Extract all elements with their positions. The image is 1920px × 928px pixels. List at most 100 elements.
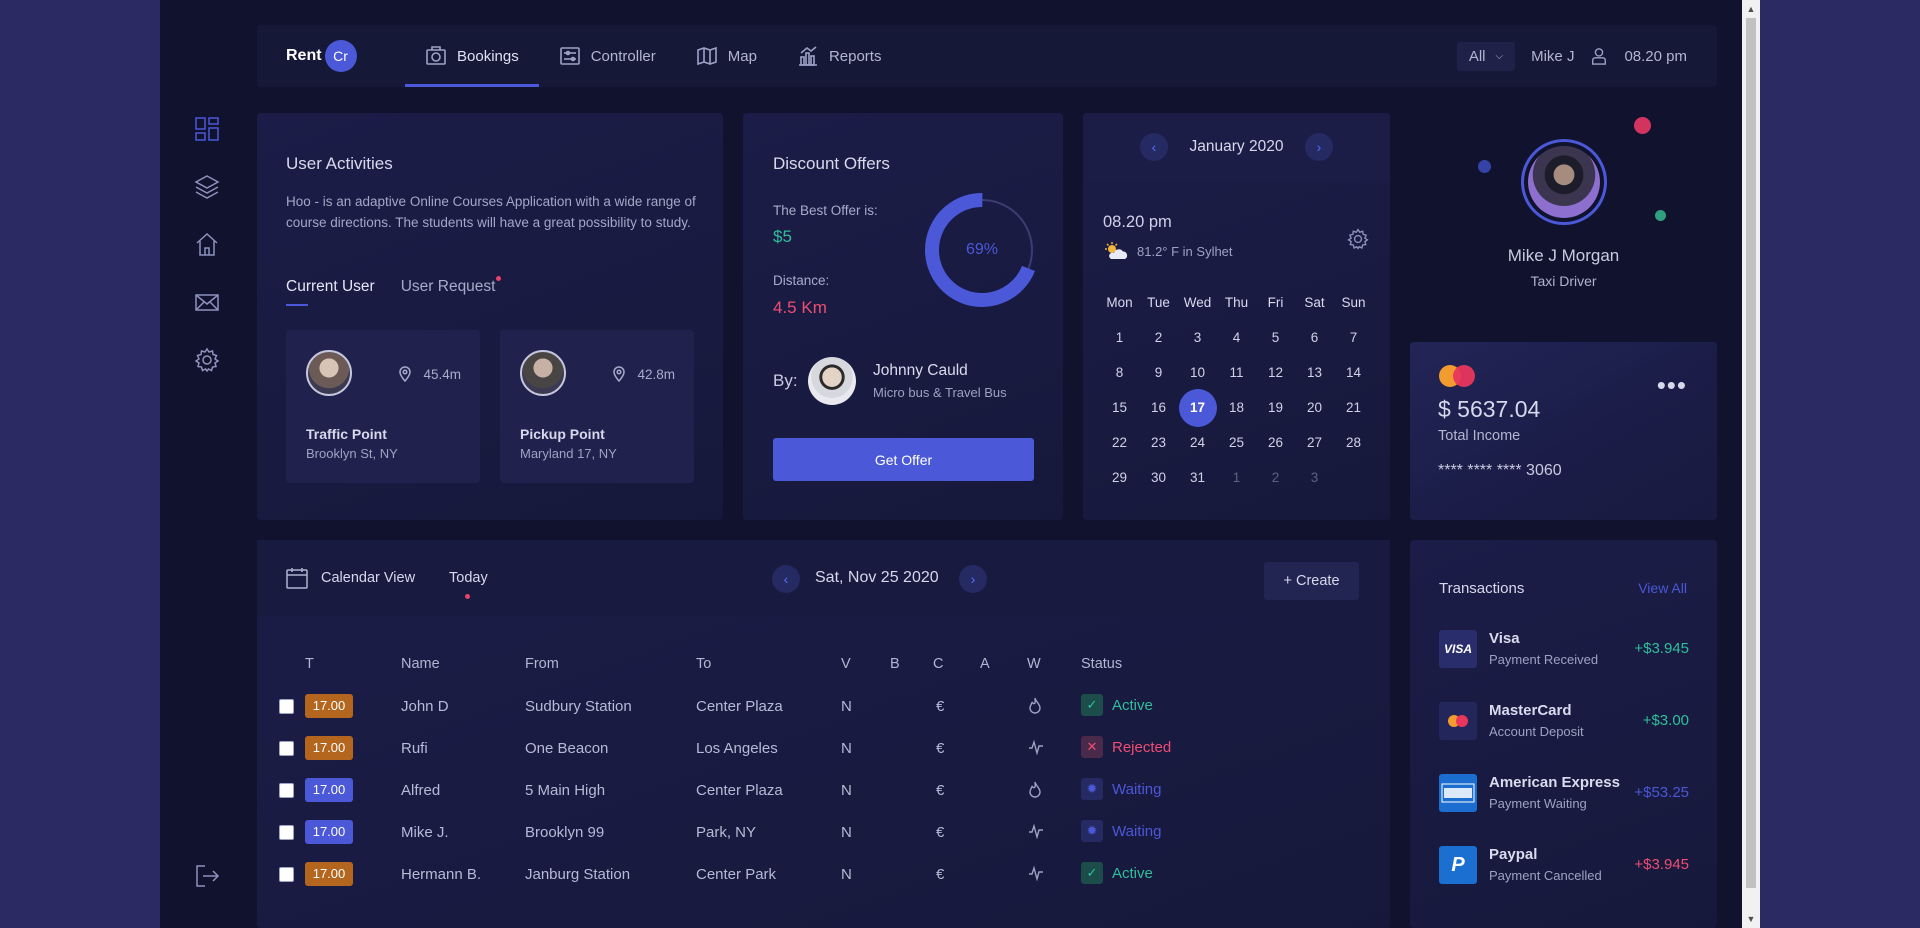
calendar-day[interactable]: 26: [1256, 435, 1295, 450]
selected-day[interactable]: 17: [1178, 388, 1217, 427]
calendar-day[interactable]: 14: [1334, 365, 1373, 380]
transaction-item[interactable]: P Paypal Payment Cancelled +$3.945: [1439, 846, 1689, 888]
row-checkbox[interactable]: [279, 741, 294, 756]
transaction-amount: +$53.25: [1634, 784, 1689, 801]
tab-bookings[interactable]: Bookings: [405, 25, 539, 87]
create-button[interactable]: + Create: [1264, 562, 1359, 600]
dashboard-icon[interactable]: [193, 115, 221, 143]
scrollbar-thumb[interactable]: [1746, 18, 1756, 888]
tab-current-user[interactable]: Current User: [286, 278, 375, 306]
calendar-view-toggle[interactable]: Calendar View: [285, 566, 415, 590]
calendar-day[interactable]: 22: [1100, 435, 1139, 450]
column-header[interactable]: T: [305, 656, 314, 672]
calendar-day[interactable]: 6: [1295, 330, 1334, 345]
more-options-button[interactable]: •••: [1657, 370, 1687, 401]
table-row[interactable]: 17.00 John D Sudbury Station Center Plaza N €…: [257, 694, 1390, 720]
weekday-label: Thu: [1224, 294, 1249, 310]
calendar-day[interactable]: 7: [1334, 330, 1373, 345]
calendar-day[interactable]: 5: [1256, 330, 1295, 345]
view-all-link[interactable]: View All: [1638, 580, 1687, 596]
calendar-day[interactable]: 2: [1139, 330, 1178, 345]
location-card[interactable]: 45.4m Traffic Point Brooklyn St, NY: [286, 330, 480, 483]
next-month-button[interactable]: ›: [1305, 133, 1333, 161]
table-row[interactable]: 17.00 Mike J. Brooklyn 99 Park, NY N € ✹ Waitin…: [257, 820, 1390, 846]
calendar-day[interactable]: 25: [1217, 435, 1256, 450]
calendar-day[interactable]: 16: [1139, 400, 1178, 415]
table-row[interactable]: 17.00 Alfred 5 Main High Center Plaza N € ✹ Wai…: [257, 778, 1390, 804]
table-row[interactable]: 17.00 Hermann B. Janburg Station Center Par…: [257, 862, 1390, 888]
weekday-label: Tue: [1147, 294, 1170, 310]
user-icon[interactable]: [1590, 47, 1608, 65]
calendar-day[interactable]: 19: [1256, 400, 1295, 415]
calendar-day[interactable]: 3: [1178, 330, 1217, 345]
tab-user-request[interactable]: User Request: [401, 276, 502, 306]
row-checkbox[interactable]: [279, 825, 294, 840]
column-header[interactable]: To: [696, 656, 711, 672]
column-header[interactable]: Name: [401, 656, 440, 672]
calendar-day[interactable]: 4: [1217, 330, 1256, 345]
calendar-day[interactable]: 12: [1256, 365, 1295, 380]
calendar-day[interactable]: 20: [1295, 400, 1334, 415]
tab-controller[interactable]: Controller: [539, 25, 676, 87]
calendar-day[interactable]: 18: [1217, 400, 1256, 415]
settings-icon[interactable]: [1346, 227, 1370, 251]
calendar-day[interactable]: 23: [1139, 435, 1178, 450]
mail-icon[interactable]: [193, 288, 221, 316]
transaction-item[interactable]: VISA Visa Payment Received +$3.945: [1439, 630, 1689, 672]
tab-reports[interactable]: Reports: [777, 25, 902, 87]
logout-icon[interactable]: [193, 862, 221, 890]
tab-map[interactable]: Map: [676, 25, 777, 87]
camera-icon: [426, 46, 446, 65]
row-checkbox[interactable]: [279, 699, 294, 714]
location-card[interactable]: 42.8m Pickup Point Maryland 17, NY: [500, 330, 694, 483]
calendar-day[interactable]: 29: [1100, 470, 1139, 485]
calendar-day[interactable]: 10: [1178, 365, 1217, 380]
mastercard-icon: [1439, 702, 1477, 740]
home-icon[interactable]: [193, 230, 221, 258]
scroll-down-icon[interactable]: ▼: [1742, 910, 1760, 928]
brand-logo[interactable]: Rent Cr: [286, 40, 357, 72]
pin-icon: [399, 366, 412, 382]
calendar-day[interactable]: 17: [1178, 388, 1217, 427]
column-header[interactable]: Status: [1081, 656, 1122, 672]
filter-dropdown[interactable]: All ⌵: [1456, 41, 1516, 71]
column-header[interactable]: W: [1027, 656, 1041, 672]
layers-icon[interactable]: [193, 172, 221, 200]
row-checkbox[interactable]: [279, 867, 294, 882]
calendar-day[interactable]: 27: [1295, 435, 1334, 450]
column-header[interactable]: From: [525, 656, 559, 672]
prev-date-button[interactable]: ‹: [772, 565, 800, 593]
today-button[interactable]: Today: [449, 570, 488, 599]
scrollbar[interactable]: ▲ ▼: [1742, 0, 1760, 928]
calendar-day[interactable]: 11: [1217, 365, 1256, 380]
income-card: ••• $ 5637.04 Total Income **** **** ***…: [1410, 342, 1717, 520]
row-checkbox[interactable]: [279, 783, 294, 798]
calendar-day[interactable]: 1: [1100, 330, 1139, 345]
calendar-day[interactable]: 9: [1139, 365, 1178, 380]
calendar-day[interactable]: 13: [1295, 365, 1334, 380]
transaction-item[interactable]: MasterCard Account Deposit +$3.00: [1439, 702, 1689, 744]
calendar-day[interactable]: 2: [1256, 470, 1295, 485]
distance: 42.8m: [611, 366, 675, 382]
calendar-day[interactable]: 21: [1334, 400, 1373, 415]
calendar-day[interactable]: 30: [1139, 470, 1178, 485]
next-date-button[interactable]: ›: [959, 565, 987, 593]
transaction-item[interactable]: American Express Payment Waiting +$53.25: [1439, 774, 1689, 816]
calendar-day[interactable]: 28: [1334, 435, 1373, 450]
table-row[interactable]: 17.00 Rufi One Beacon Los Angeles N € ✕ Rejecte…: [257, 736, 1390, 762]
calendar-day[interactable]: 8: [1100, 365, 1139, 380]
get-offer-button[interactable]: Get Offer: [773, 438, 1034, 481]
calendar-day[interactable]: 24: [1178, 435, 1217, 450]
column-header[interactable]: A: [980, 656, 990, 672]
gear-icon[interactable]: [193, 346, 221, 374]
calendar-day[interactable]: 31: [1178, 470, 1217, 485]
calendar-day[interactable]: 15: [1100, 400, 1139, 415]
column-header[interactable]: V: [841, 656, 851, 672]
scroll-up-icon[interactable]: ▲: [1742, 0, 1760, 18]
column-header[interactable]: B: [890, 656, 900, 672]
calendar-day[interactable]: 1: [1217, 470, 1256, 485]
calendar-day[interactable]: 3: [1295, 470, 1334, 485]
profile-avatar[interactable]: [1521, 139, 1607, 225]
column-header[interactable]: C: [933, 656, 943, 672]
user-name[interactable]: Mike J: [1531, 48, 1574, 65]
